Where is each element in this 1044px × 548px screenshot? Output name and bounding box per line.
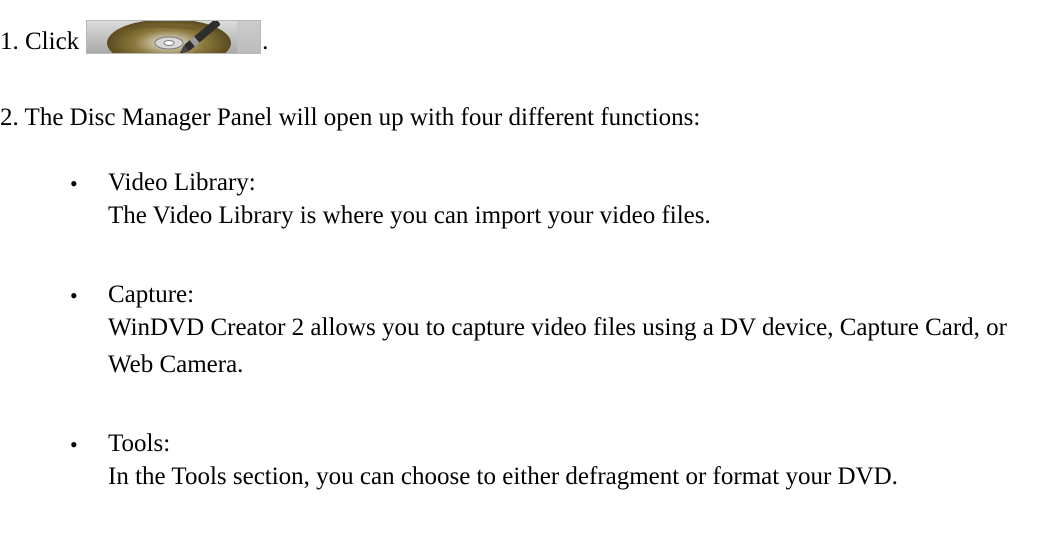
disc-manager-button[interactable] [86,20,262,54]
function-description: The Video Library is where you can impor… [108,202,711,229]
function-title: Capture: [108,281,195,308]
step-1-text: 1. Click [0,28,80,55]
function-description: WinDVD Creator 2 allows you to capture v… [108,314,1007,378]
step-1-period: . [262,28,269,55]
function-description: In the Tools section, you can choose to … [108,463,898,490]
bullet-icon: • [70,432,78,457]
step-2-text: 2. The Disc Manager Panel will open up w… [0,104,701,131]
function-title: Video Library: [108,169,256,196]
disc-manager-icon [87,21,261,53]
bullet-icon: • [70,283,78,308]
step-1: 1. Click . [0,20,268,54]
bullet-icon: • [70,171,78,196]
function-title: Tools: [108,430,171,457]
